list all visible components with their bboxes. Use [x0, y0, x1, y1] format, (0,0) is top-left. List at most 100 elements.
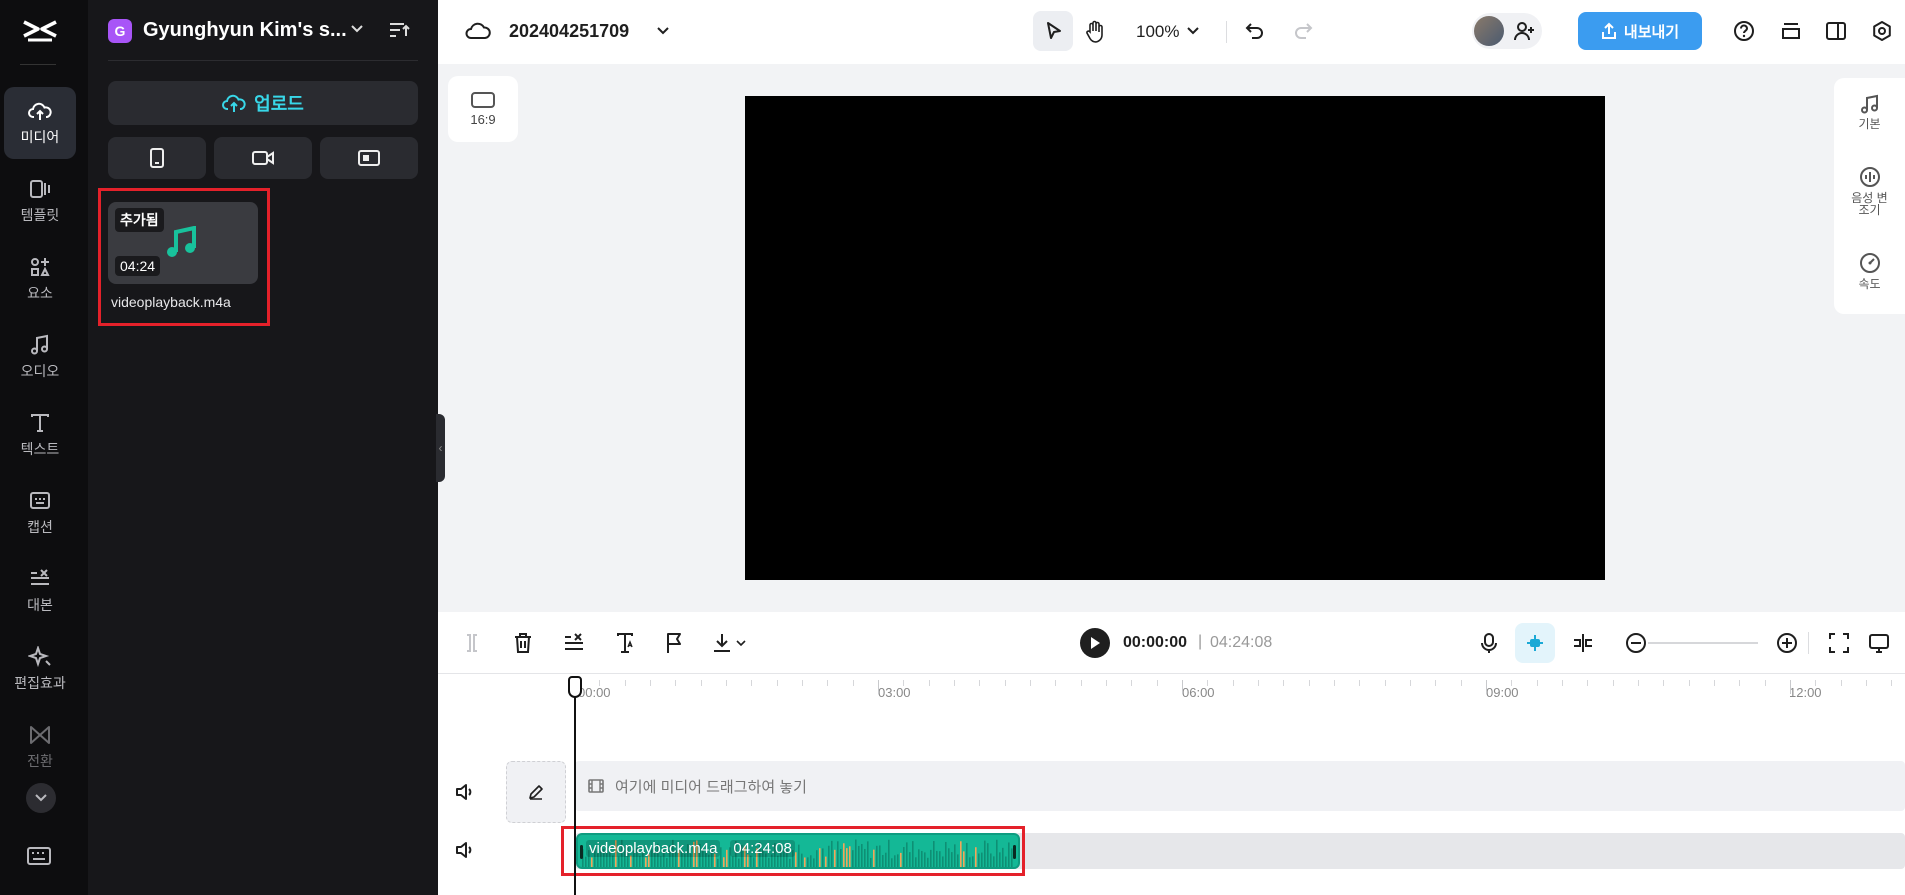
- rail-item-caption[interactable]: 캡션: [4, 477, 76, 549]
- layout-toggle-button[interactable]: [1825, 20, 1847, 42]
- zoom-level[interactable]: 100%: [1136, 22, 1179, 42]
- marker-button[interactable]: [664, 632, 684, 654]
- upload-from-phone-button[interactable]: [108, 137, 206, 179]
- timeline-zoom-slider[interactable]: [1648, 642, 1758, 644]
- split-audio-button[interactable]: [1572, 632, 1594, 654]
- zoom-in-button[interactable]: [1776, 632, 1798, 654]
- select-tool-button[interactable]: [1033, 11, 1073, 51]
- property-voice-changer[interactable]: 음성 변조기: [1834, 166, 1905, 216]
- rail-item-script[interactable]: 대본: [4, 555, 76, 627]
- rail-item-text[interactable]: 텍스트: [4, 399, 76, 471]
- audio-track-mute-button[interactable]: [455, 840, 477, 860]
- property-speed[interactable]: 속도: [1834, 252, 1905, 290]
- workspace-dropdown[interactable]: [350, 22, 364, 36]
- ruler-tick: [776, 680, 778, 686]
- track-mute-button[interactable]: [455, 782, 477, 802]
- ruler-tick: [1232, 680, 1234, 686]
- record-voice-button[interactable]: [1479, 632, 1499, 654]
- ruler-tick: [1486, 680, 1487, 694]
- record-camera-button[interactable]: [214, 137, 312, 179]
- plus-circle-icon: [1777, 633, 1797, 653]
- aspect-ratio-icon: [471, 92, 495, 108]
- user-avatar[interactable]: [1474, 16, 1504, 46]
- rail-more-button[interactable]: [26, 783, 56, 813]
- layers-button[interactable]: [1780, 20, 1802, 42]
- export-label: 내보내기: [1623, 23, 1680, 41]
- time-ruler[interactable]: 00:00 03:00 06:00 09:00 12:00: [574, 674, 1905, 700]
- panel-collapse-handle[interactable]: ‹: [436, 414, 445, 482]
- workspace-name[interactable]: Gyunghyun Kim's s...: [143, 19, 347, 42]
- help-button[interactable]: [1733, 20, 1755, 42]
- left-icon-rail: 미디어 템플릿 요소 오디오 텍스트 캡션 대본 편집효과 전환: [0, 0, 88, 895]
- preview-mode-button[interactable]: [1868, 632, 1890, 654]
- aspect-ratio-button[interactable]: 16:9: [448, 76, 518, 142]
- auto-caption-button[interactable]: [614, 632, 636, 654]
- music-note-icon: [1860, 94, 1878, 114]
- hand-tool-button[interactable]: [1084, 20, 1106, 44]
- settings-button[interactable]: [1871, 20, 1893, 42]
- rail-item-media[interactable]: 미디어: [4, 87, 76, 159]
- project-dropdown[interactable]: [656, 25, 670, 37]
- property-label: 기본: [1858, 117, 1881, 131]
- pencil-icon: [529, 785, 543, 800]
- rail-item-transition[interactable]: 전환: [4, 711, 76, 783]
- hand-icon: [1086, 20, 1103, 43]
- ruler-tick: [1511, 680, 1513, 686]
- panel-divider: [108, 60, 418, 61]
- delete-button[interactable]: [513, 632, 533, 654]
- media-drop-zone[interactable]: 여기에 미디어 드래그하여 놓기: [575, 761, 1905, 811]
- playhead-handle[interactable]: [568, 676, 582, 698]
- ruler-tick: [1562, 680, 1563, 686]
- ruler-tick: [1790, 680, 1791, 694]
- property-basic[interactable]: 기본: [1834, 94, 1905, 130]
- ruler-tick: [1410, 680, 1411, 686]
- project-name[interactable]: 202404251709: [509, 21, 629, 42]
- export-button[interactable]: 내보내기: [1578, 12, 1702, 50]
- split-button[interactable]: [462, 632, 482, 654]
- magnet-snap-button[interactable]: [1515, 623, 1555, 663]
- play-button[interactable]: [1080, 628, 1110, 658]
- ruler-tick: [1739, 680, 1741, 686]
- rail-item-elements[interactable]: 요소: [4, 243, 76, 315]
- sort-button[interactable]: [388, 20, 410, 40]
- ruler-tick: [1764, 680, 1766, 686]
- record-screen-button[interactable]: [320, 137, 418, 179]
- download-button[interactable]: [712, 632, 748, 654]
- rail-item-effects[interactable]: 편집효과: [4, 633, 76, 705]
- rail-item-audio[interactable]: 오디오: [4, 321, 76, 393]
- fit-timeline-button[interactable]: [1828, 632, 1850, 654]
- rail-item-template[interactable]: 템플릿: [4, 165, 76, 237]
- caption-icon: [30, 491, 50, 509]
- keyboard-shortcuts-button[interactable]: [26, 846, 52, 866]
- ruler-tick: [1004, 680, 1006, 686]
- property-label: 음성 변조기: [1851, 191, 1888, 217]
- ruler-tick: [852, 680, 854, 686]
- transition-icon: [30, 725, 50, 744]
- screen-record-icon: [358, 150, 380, 166]
- property-label: 속도: [1858, 277, 1881, 291]
- cloud-save-icon[interactable]: [465, 20, 491, 42]
- zoom-dropdown[interactable]: [1186, 25, 1200, 37]
- ruler-tick: [1308, 680, 1310, 686]
- video-preview-canvas[interactable]: [745, 96, 1605, 580]
- capcut-logo[interactable]: [20, 16, 60, 46]
- upload-button[interactable]: 업로드: [108, 81, 418, 125]
- ruler-tick: [1359, 680, 1361, 686]
- track-edit-button[interactable]: [506, 761, 566, 823]
- rail-item-label: 오디오: [20, 362, 60, 379]
- monitor-icon: [1869, 634, 1889, 653]
- ruler-tick: [1612, 680, 1614, 686]
- speaker-icon: [456, 784, 472, 800]
- ruler-tick: [1435, 680, 1437, 686]
- ruler-tick: [1131, 680, 1133, 686]
- zoom-out-button[interactable]: [1625, 632, 1647, 654]
- script-edit-button[interactable]: [563, 632, 585, 654]
- timeline[interactable]: 00:00 03:00 06:00 09:00 12:00 여기에 미디어 드래…: [438, 674, 1905, 895]
- undo-button[interactable]: [1244, 20, 1266, 42]
- ruler-tick: [1283, 680, 1285, 686]
- playhead[interactable]: [574, 686, 576, 895]
- ruler-tick: [827, 680, 829, 686]
- invite-button[interactable]: [1514, 21, 1536, 41]
- redo-button[interactable]: [1292, 20, 1314, 42]
- highlight-box: [561, 826, 1025, 876]
